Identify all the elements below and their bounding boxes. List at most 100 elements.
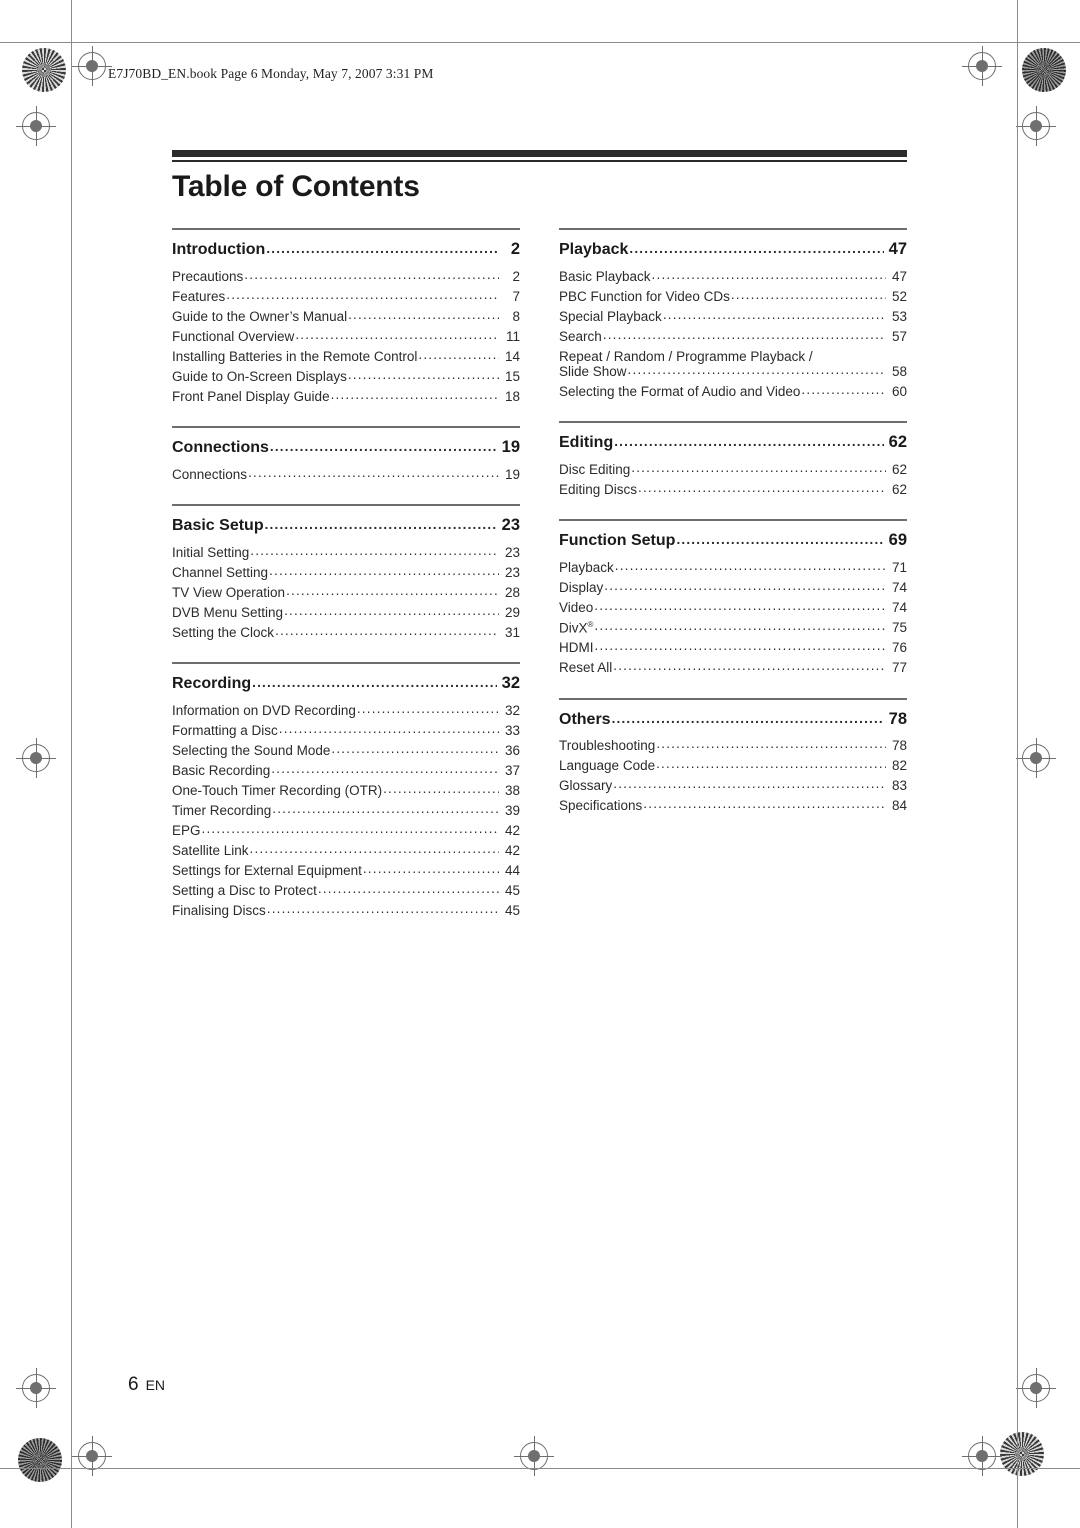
toc-entry-label: Language Code — [559, 758, 656, 773]
toc-heading-row[interactable]: Playback 47 — [559, 238, 907, 266]
toc-entry-label: DVB Menu Setting — [172, 604, 284, 620]
print-rosette-top-right — [1022, 48, 1066, 92]
toc-entry-row[interactable]: Settings for External Equipment 44 — [172, 860, 520, 880]
toc-entry-row[interactable]: Language Code 82 — [559, 756, 907, 776]
toc-entry-page: 42 — [504, 842, 520, 858]
toc-entry-row[interactable]: Disc Editing 62 — [559, 459, 907, 479]
toc-entry-row[interactable]: DVB Menu Setting 29 — [172, 602, 520, 622]
toc-entry-label: Functional Overview — [172, 328, 295, 344]
toc-entry-row[interactable]: EPG 42 — [172, 820, 520, 840]
toc-heading-label: Others — [559, 710, 611, 728]
toc-entry-row[interactable]: Special Playback 53 — [559, 306, 907, 326]
toc-entry-row[interactable]: Setting a Disc to Protect 45 — [172, 880, 520, 900]
toc-heading-page: 78 — [888, 709, 907, 728]
dot-leader — [418, 347, 499, 362]
registered-trademark-icon: ® — [587, 619, 594, 629]
toc-entry-row[interactable]: Functional Overview 11 — [172, 326, 520, 346]
toc-entry-row[interactable]: Installing Batteries in the Remote Contr… — [172, 346, 520, 366]
trim-line-left — [71, 0, 72, 1528]
toc-entry-row[interactable]: Specifications 84 — [559, 796, 907, 816]
toc-entry-row[interactable]: TV View Operation 28 — [172, 582, 520, 602]
section-rule — [172, 504, 520, 506]
toc-entry-row[interactable]: Playback 71 — [559, 557, 907, 577]
toc-heading-label: Function Setup — [559, 532, 676, 549]
toc-heading-row[interactable]: Recording 32 — [172, 672, 520, 700]
dot-leader — [656, 736, 886, 751]
toc-entry-row[interactable]: PBC Function for Video CDs 52 — [559, 286, 907, 306]
toc-section: Basic Setup23Initial Setting23Channel Se… — [172, 504, 520, 642]
toc-entry-label: PBC Function for Video CDs — [559, 288, 730, 304]
toc-heading-page: 62 — [888, 433, 907, 451]
toc-section: Connections 19 Connections 19 — [172, 426, 520, 484]
toc-heading-row[interactable]: Introduction 2 — [172, 238, 520, 266]
toc-entry-row[interactable]: Repeat / Random / Programme Playback / Sl… — [559, 346, 907, 381]
toc-entry-row[interactable]: Reset All 77 — [559, 658, 907, 678]
toc-entry-row[interactable]: Timer Recording 39 — [172, 800, 520, 820]
toc-entry-row[interactable]: Setting the Clock 31 — [172, 622, 520, 642]
toc-entry-row[interactable]: Glossary 83 — [559, 776, 907, 796]
toc-entry-row[interactable]: Initial Setting 23 — [172, 542, 520, 562]
toc-entry-row[interactable]: Connections 19 — [172, 464, 520, 484]
toc-entry-page: 44 — [504, 862, 520, 878]
toc-entry-page: 38 — [504, 782, 520, 798]
toc-entry-label: Display — [559, 579, 604, 595]
toc-entry-label: Front Panel Display Guide — [172, 388, 330, 404]
page-folio: 6 EN — [128, 1374, 165, 1396]
toc-entry-row[interactable]: Guide to the Owner’s Manual 8 — [172, 306, 520, 326]
toc-entry-label: Disc Editing — [559, 461, 631, 477]
dot-leader — [731, 287, 886, 302]
toc-entry-label: Timer Recording — [172, 802, 272, 818]
toc-entry-row[interactable]: Formatting a Disc 33 — [172, 720, 520, 740]
toc-entry-row[interactable]: Basic Recording 37 — [172, 760, 520, 780]
toc-entry-row[interactable]: Finalising Discs 45 — [172, 900, 520, 920]
dot-leader — [357, 701, 499, 716]
toc-entry-row[interactable]: Features 7 — [172, 286, 520, 306]
toc-heading-row[interactable]: Basic Setup 23 — [172, 514, 520, 542]
toc-entry-row[interactable]: One-Touch Timer Recording (OTR) 38 — [172, 780, 520, 800]
toc-entry-row[interactable]: Troubleshooting 78 — [559, 736, 907, 756]
toc-entry-row[interactable]: Channel Setting 23 — [172, 562, 520, 582]
toc-heading-row[interactable]: Connections 19 — [172, 436, 520, 464]
registration-mark-bottom-center-right — [962, 1436, 1002, 1476]
dot-leader — [614, 434, 884, 449]
toc-entry-row[interactable]: Selecting the Sound Mode 36 — [172, 740, 520, 760]
toc-heading-row[interactable]: Function Setup 69 — [559, 529, 907, 557]
dot-leader — [613, 658, 886, 673]
toc-heading-row[interactable]: Editing 62 — [559, 431, 907, 459]
toc-entry-row[interactable]: Precautions 2 — [172, 266, 520, 286]
toc-entry-row[interactable]: Display 74 — [559, 577, 907, 597]
toc-entry-row[interactable]: Editing Discs 62 — [559, 479, 907, 499]
toc-entry-label: Video — [559, 599, 594, 615]
dot-leader — [265, 517, 497, 532]
toc-entry-page: 62 — [891, 481, 907, 497]
toc-heading-row[interactable]: Others 78 — [559, 708, 907, 736]
toc-entry-label-continued: Slide Show — [559, 363, 627, 379]
dot-leader — [656, 756, 886, 771]
dot-leader — [267, 901, 499, 916]
dot-leader — [631, 460, 886, 475]
toc-entry-row[interactable]: Video 74 — [559, 597, 907, 617]
dot-leader — [331, 741, 499, 756]
toc-entry-row[interactable]: Selecting the Format of Audio and Video 6… — [559, 381, 907, 401]
toc-entry-row[interactable]: HDMI 76 — [559, 638, 907, 658]
toc-entry-page: 71 — [891, 559, 907, 575]
toc-entry-row[interactable]: Front Panel Display Guide 18 — [172, 386, 520, 406]
toc-entry-row[interactable]: Guide to On-Screen Displays 15 — [172, 366, 520, 386]
toc-entry-label: Selecting the Format of Audio and Video — [559, 383, 801, 399]
dot-leader — [286, 583, 499, 598]
registration-mark-right-lower — [1016, 738, 1056, 778]
toc-entry-page: 82 — [891, 758, 907, 773]
toc-entry-row[interactable]: Search 57 — [559, 326, 907, 346]
toc-entry-page: 33 — [504, 722, 520, 738]
toc-entry-row[interactable]: Information on DVD Recording 32 — [172, 700, 520, 720]
toc-entry-row[interactable]: Basic Playback 47 — [559, 266, 907, 286]
toc-entry-row[interactable]: DivX® 75 — [559, 617, 907, 638]
folio-language: EN — [145, 1377, 166, 1393]
toc-heading-label: Basic Setup — [172, 517, 264, 534]
toc-entry-page: 15 — [504, 368, 520, 384]
toc-entry-row[interactable]: Satellite Link 42 — [172, 840, 520, 860]
dot-leader — [250, 543, 499, 558]
dot-leader — [348, 307, 499, 322]
dot-leader — [266, 241, 497, 256]
